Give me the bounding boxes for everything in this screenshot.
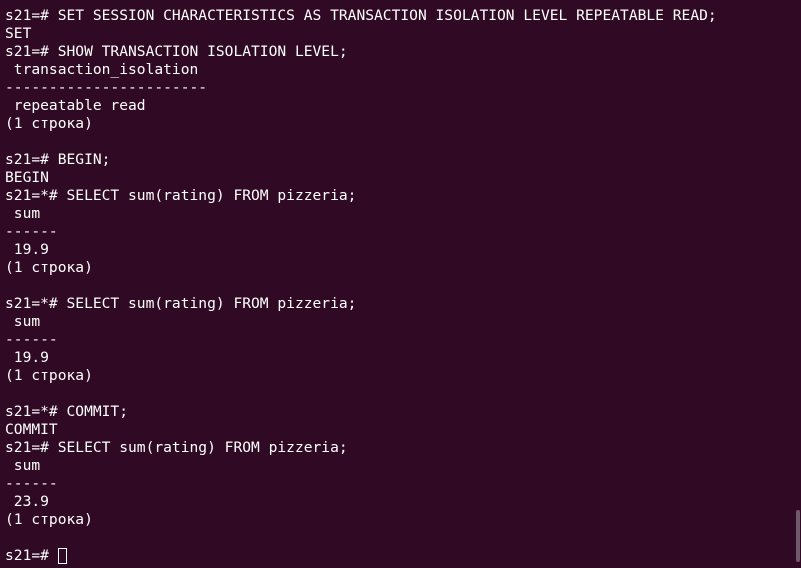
output-line: ------	[5, 331, 58, 348]
output-line: 19.9	[5, 241, 49, 258]
output-line: ------	[5, 223, 58, 240]
output-line: s21=# SHOW TRANSACTION ISOLATION LEVEL;	[5, 43, 348, 60]
output-line: s21=# SELECT sum(rating) FROM pizzeria;	[5, 439, 348, 456]
output-line: -----------------------	[5, 79, 208, 96]
prompt-text: s21=#	[5, 547, 58, 564]
output-line: s21=# BEGIN;	[5, 151, 111, 168]
output-line: (1 строка)	[5, 511, 93, 528]
output-line: s21=*# SELECT sum(rating) FROM pizzeria;	[5, 295, 357, 312]
output-line: SET	[5, 25, 32, 42]
active-prompt-line[interactable]: s21=#	[5, 547, 801, 565]
output-line: transaction_isolation	[5, 61, 199, 78]
text-cursor[interactable]	[57, 548, 67, 564]
output-line: (1 строка)	[5, 259, 93, 276]
output-line: (1 строка)	[5, 367, 93, 384]
terminal-window[interactable]: s21=# SET SESSION CHARACTERISTICS AS TRA…	[0, 0, 801, 568]
output-line: sum	[5, 205, 41, 222]
output-line: s21=# SET SESSION CHARACTERISTICS AS TRA…	[5, 7, 717, 24]
output-line: s21=*# COMMIT;	[5, 403, 129, 420]
scrollbar-thumb[interactable]	[796, 510, 800, 562]
output-line: BEGIN	[5, 169, 49, 186]
output-line: COMMIT	[5, 421, 58, 438]
output-line: 19.9	[5, 349, 49, 366]
output-line: 23.9	[5, 493, 49, 510]
output-line: (1 строка)	[5, 115, 93, 132]
output-line: sum	[5, 313, 41, 330]
output-line: s21=*# SELECT sum(rating) FROM pizzeria;	[5, 187, 357, 204]
output-line: ------	[5, 475, 58, 492]
scrollbar-track[interactable]	[795, 0, 801, 568]
output-line: sum	[5, 457, 41, 474]
output-line: repeatable read	[5, 97, 146, 114]
